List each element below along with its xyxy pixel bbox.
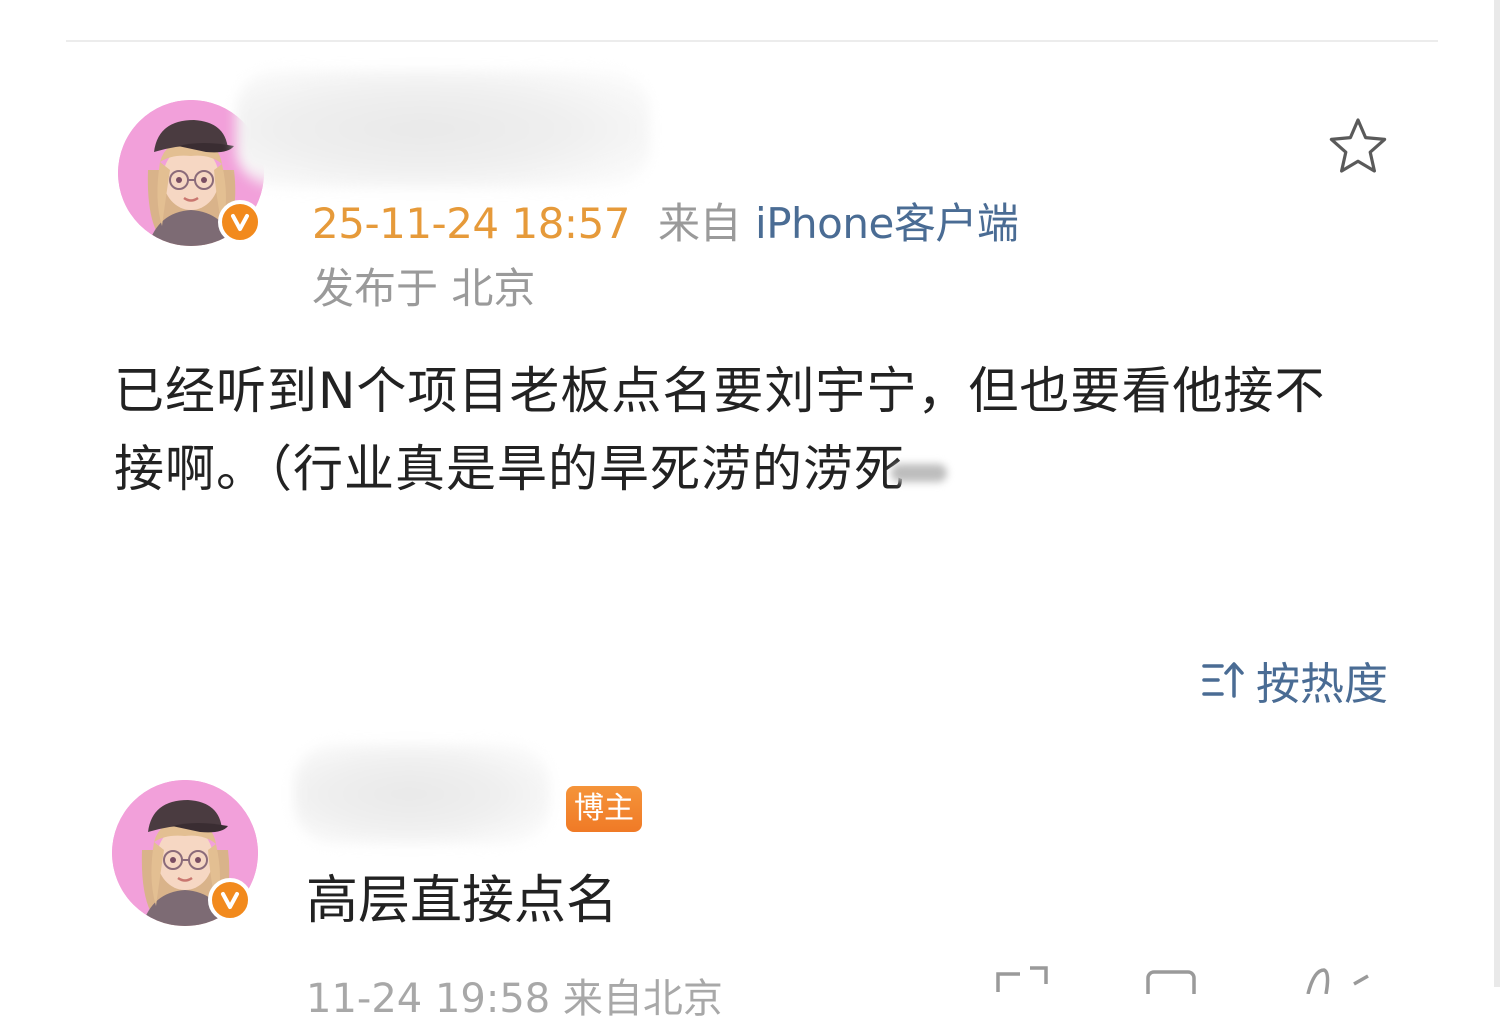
comment-icon[interactable] (1142, 964, 1202, 994)
post-timestamp: 25-11-24 18:57 (312, 199, 631, 248)
right-edge-strip (1494, 0, 1500, 987)
comment-text: 高层直接点名 (306, 871, 619, 931)
truncation-ellipsis (891, 463, 947, 482)
top-divider (66, 40, 1438, 42)
post-source-client[interactable]: iPhone客户端 (755, 199, 1019, 248)
redacted-username (236, 70, 650, 188)
post-body: 已经听到N个项目老板点名要刘宇宁，但也要看他接不接啊。（行业真是旱的旱死涝的涝死 (114, 352, 1374, 508)
sort-by-hot-button[interactable]: 按热度 (1200, 648, 1388, 712)
like-icon[interactable] (1294, 964, 1374, 994)
post-location: 发布于 北京 (312, 264, 536, 313)
verified-v-icon (208, 878, 252, 922)
comment-actions (990, 964, 1374, 994)
sort-label: 按热度 (1256, 659, 1388, 710)
post-meta: 25-11-24 18:57 来自 iPhone客户端 (312, 190, 1019, 251)
verified-v-icon (218, 200, 262, 244)
author-badge: 博主 (566, 786, 642, 832)
comment-meta-partial: 11-24 19:58 来自北京 (306, 976, 723, 1022)
post-source-prefix: 来自 (658, 199, 742, 248)
share-icon[interactable] (990, 964, 1050, 994)
redacted-commenter-name (294, 744, 550, 844)
comment-author-avatar[interactable] (112, 780, 258, 926)
sort-icon (1202, 662, 1244, 698)
star-outline-icon[interactable] (1326, 115, 1390, 179)
post-body-text: 已经听到N个项目老板点名要刘宇宁，但也要看他接不接啊。（行业真是旱的旱死涝的涝死 (114, 362, 1326, 498)
